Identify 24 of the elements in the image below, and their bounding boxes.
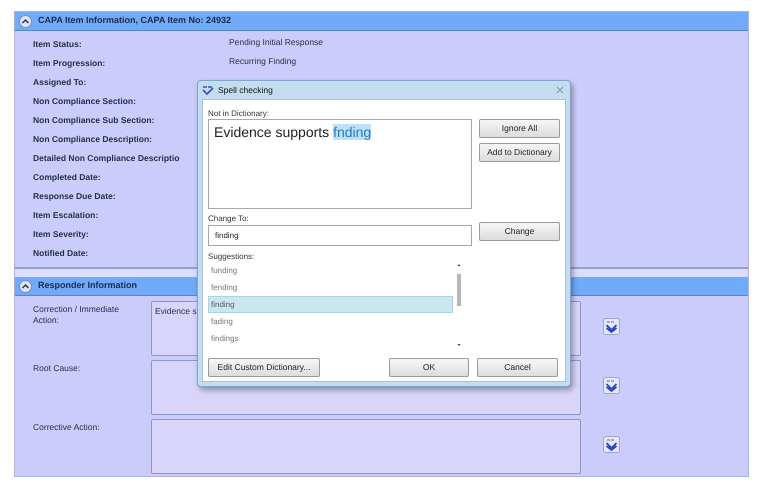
field-value: Pending Initial Response bbox=[229, 36, 324, 49]
field-label: Item Progression: bbox=[33, 58, 106, 68]
field-label: Correction / Immediate Action: bbox=[33, 304, 120, 326]
field-label: Detailed Non Compliance Descriptio bbox=[33, 152, 180, 162]
field-label: Not in Dictionary: bbox=[208, 108, 270, 119]
field-label: Corrective Action: bbox=[33, 422, 101, 433]
field-label: Assigned To: bbox=[33, 76, 86, 86]
field-label: Non Compliance Sub Section: bbox=[33, 114, 154, 124]
field-label: Response Due Date: bbox=[33, 190, 116, 200]
section-title: Responder Information bbox=[38, 279, 138, 292]
field-label: Suggestions: bbox=[208, 251, 256, 262]
text-preview: Evidence supports fnding bbox=[208, 119, 472, 209]
field-label: Completed Date: bbox=[33, 172, 101, 182]
field-label: Item Escalation: bbox=[33, 210, 98, 220]
field-label: Change To: bbox=[208, 213, 250, 224]
dialog-title: Spell checking bbox=[218, 84, 273, 96]
field-label: Non Compliance Section: bbox=[33, 96, 136, 106]
field-value: Recurring Finding bbox=[229, 55, 296, 68]
field-label: Notified Date: bbox=[33, 248, 88, 258]
field-label: Item Severity: bbox=[33, 228, 89, 238]
field-label: Item Status: bbox=[33, 38, 82, 48]
field-label: Non Compliance Description: bbox=[33, 134, 152, 144]
section-title: CAPA Item Information, CAPA Item No: 24932 bbox=[38, 14, 232, 28]
field-label: Root Cause: bbox=[33, 363, 82, 374]
